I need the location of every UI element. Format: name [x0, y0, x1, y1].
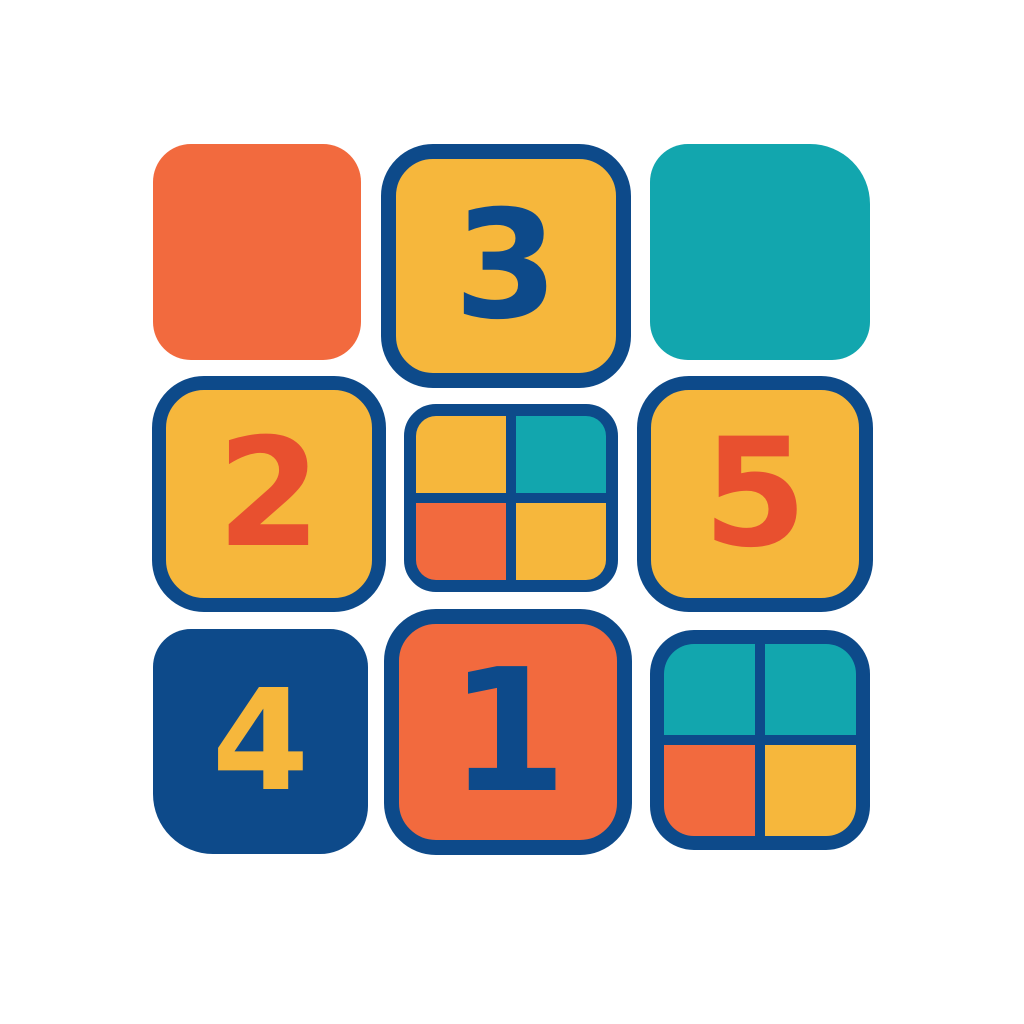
tile-number-1-label: 1 — [448, 633, 568, 831]
quad-center-cell-yellow — [416, 416, 506, 493]
quad-br-cell-orange — [664, 745, 755, 836]
game-board: 3 2 5 4 1 — [0, 0, 1024, 1024]
tile-number-5-label: 5 — [702, 407, 808, 581]
quad-br-cell-teal-2 — [765, 644, 856, 735]
tile-top-right-teal[interactable] — [650, 144, 870, 360]
quad-center-cell-yellow-2 — [516, 503, 606, 580]
tile-quad-center[interactable] — [404, 404, 618, 592]
tile-top-left-orange[interactable] — [153, 144, 361, 360]
tile-number-5[interactable]: 5 — [637, 376, 873, 612]
quad-center-cell-orange — [416, 503, 506, 580]
tile-number-4-label: 4 — [211, 659, 310, 823]
quad-center-cell-teal — [516, 416, 606, 493]
tile-quad-bottom-right[interactable] — [650, 630, 870, 850]
tile-number-4[interactable]: 4 — [153, 629, 368, 854]
tile-number-3[interactable]: 3 — [381, 144, 631, 388]
tile-number-3-label: 3 — [453, 179, 559, 353]
quad-br-cell-teal — [664, 644, 755, 735]
tile-number-2[interactable]: 2 — [152, 376, 386, 612]
tile-number-1[interactable]: 1 — [384, 609, 632, 855]
quad-br-cell-yellow — [765, 745, 856, 836]
tile-number-2-label: 2 — [216, 407, 322, 581]
